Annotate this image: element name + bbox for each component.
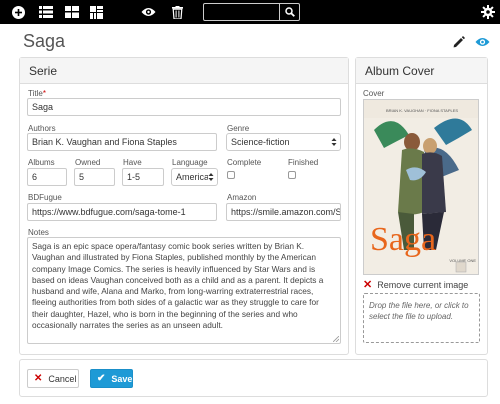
checkmark-icon: ✔ [97, 372, 106, 384]
trash-icon[interactable] [168, 3, 186, 21]
notes-text: Saga is an epic space opera/fantasy comi… [32, 241, 324, 331]
search-input[interactable] [203, 3, 280, 21]
owned-label: Owned [75, 158, 101, 167]
genre-label: Genre [227, 124, 250, 133]
title-label: Title* [28, 89, 46, 98]
bdfugue-label: BDFugue [28, 193, 62, 202]
mosaic-icon[interactable] [87, 3, 105, 21]
search-button[interactable] [280, 3, 300, 21]
cover-art-credits: BRIAN K. VAUGHAN · FIONA STAPLES [386, 108, 458, 113]
save-button[interactable]: ✔ Save [90, 369, 133, 388]
language-label: Language [172, 158, 208, 167]
language-select[interactable]: American [171, 168, 218, 186]
search-icon [284, 7, 295, 17]
album-cover-image: Saga BRIAN K. VAUGHAN · FIONA STAPLES VO… [363, 99, 479, 275]
settings-gear-icon[interactable] [479, 3, 497, 21]
top-toolbar [0, 0, 500, 24]
pencil-icon[interactable] [451, 34, 467, 50]
genre-select-value: Science-fiction [231, 137, 290, 147]
remove-x-icon: ✕ [363, 278, 373, 291]
album-cover-panel-heading: Album Cover [356, 58, 487, 84]
albums-label: Albums [28, 158, 55, 167]
select-caret-icon [208, 171, 214, 183]
notes-label: Notes [28, 228, 49, 237]
title-field[interactable]: Saga [27, 98, 341, 116]
authors-label: Authors [28, 124, 56, 133]
have-field[interactable]: 1-5 [122, 168, 164, 186]
genre-select[interactable]: Science-fiction [226, 133, 341, 151]
remove-image-button[interactable]: ✕ Remove current image [363, 278, 469, 291]
save-label: Save [111, 373, 133, 384]
cover-label: Cover [363, 89, 385, 98]
cancel-x-icon: ✕ [34, 372, 43, 384]
eye-icon[interactable] [139, 3, 157, 21]
add-circle-icon[interactable] [9, 3, 27, 21]
cancel-label: Cancel [48, 373, 77, 384]
resize-handle-icon[interactable] [333, 336, 339, 342]
albums-field[interactable]: 6 [27, 168, 67, 186]
serie-panel-heading: Serie [20, 58, 348, 84]
grid-icon[interactable] [63, 3, 81, 21]
finished-checkbox[interactable] [288, 171, 296, 179]
view-eye-icon[interactable] [474, 34, 490, 50]
notes-textarea[interactable]: Saga is an epic space opera/fantasy comi… [27, 237, 341, 344]
finished-label: Finished [288, 158, 319, 167]
owned-field[interactable]: 5 [74, 168, 115, 186]
amazon-label: Amazon [227, 193, 257, 202]
remove-image-label: Remove current image [377, 280, 469, 290]
amazon-field[interactable]: https://smile.amazon.com/Saga [226, 203, 341, 221]
file-dropzone[interactable]: Drop the file here, or click to select t… [363, 293, 480, 343]
cancel-button[interactable]: ✕ Cancel [27, 369, 79, 388]
select-caret-icon [331, 138, 337, 146]
page-title: Saga [23, 31, 66, 51]
bdfugue-field[interactable]: https://www.bdfugue.com/saga-tome-1 [27, 203, 217, 221]
authors-field[interactable]: Brian K. Vaughan and Fiona Staples [27, 133, 217, 151]
list-icon[interactable] [37, 3, 55, 21]
complete-label: Complete [227, 158, 262, 167]
have-label: Have [123, 158, 142, 167]
complete-checkbox[interactable] [227, 171, 235, 179]
cover-art-title: Saga [370, 221, 436, 258]
